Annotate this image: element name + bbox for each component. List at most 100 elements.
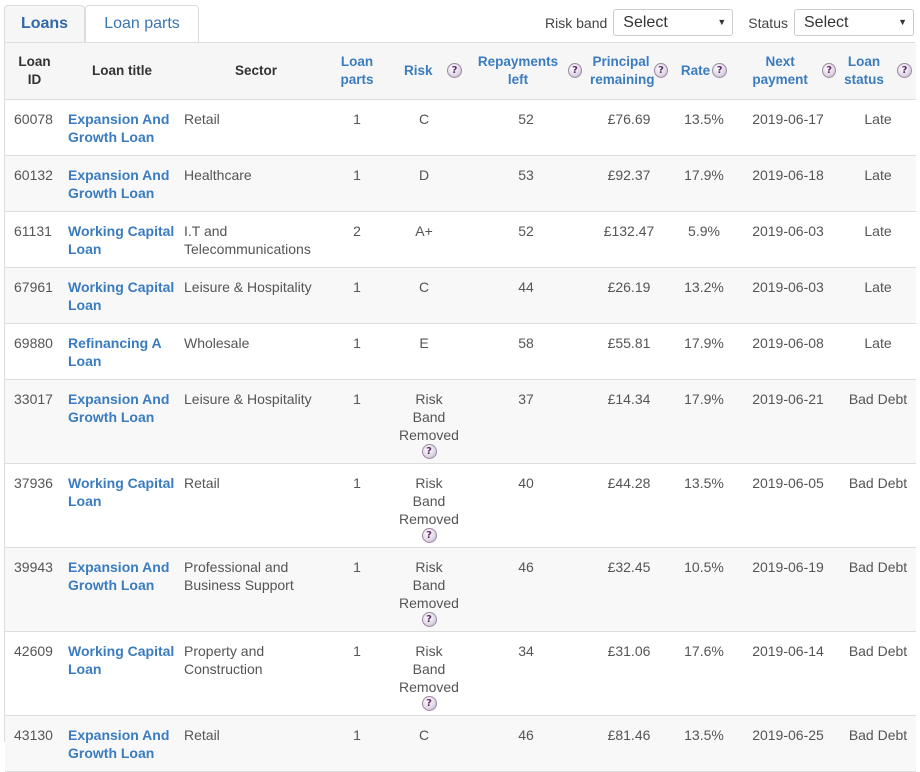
help-icon[interactable]: ? (822, 63, 836, 79)
loan-id-cell: 60078 (5, 99, 64, 156)
help-icon[interactable]: ? (447, 63, 462, 79)
loan-title-cell: Working Capital Loan (64, 463, 180, 548)
risk-cell: D (382, 155, 466, 212)
loan-title-cell: Expansion And Growth Loan (64, 547, 180, 632)
risk-cell: C (382, 99, 466, 156)
risk-value: A+ (415, 222, 433, 239)
rate-cell: 10.5% (672, 547, 736, 632)
column-header-repayments-left[interactable]: Repayments left? (466, 43, 586, 100)
filters: Risk band Select ▼ Status Select ▼ (545, 9, 914, 36)
loan-parts-cell: 1 (332, 379, 382, 464)
column-label: Sector (234, 62, 278, 78)
loan-parts-cell: 1 (332, 323, 382, 380)
column-label: Repayments left (477, 53, 559, 87)
principal-remaining-cell: £55.81 (586, 323, 672, 380)
column-label: Risk (404, 62, 433, 78)
principal-remaining-cell: £81.46 (586, 715, 672, 772)
loan-title-link[interactable]: Working Capital Loan (68, 475, 174, 509)
column-label: Principal remaining (590, 53, 655, 87)
tab-loan-parts[interactable]: Loan parts (85, 5, 199, 42)
loan-status-cell: Late (840, 155, 916, 212)
risk-cell: C (382, 715, 466, 772)
repayments-left-cell: 52 (466, 211, 586, 268)
risk-band-value: Select (623, 14, 668, 31)
table-row: 60078 Expansion And Growth Loan Retail 1 C 52… (5, 99, 916, 156)
risk-band-select[interactable]: Select ▼ (613, 9, 734, 36)
column-header-next-payment[interactable]: Next payment? (736, 43, 840, 100)
table-row: 67961 Working Capital Loan Leisure & Hospi… (5, 267, 916, 324)
principal-remaining-cell: £14.34 (586, 379, 672, 464)
loan-title-link[interactable]: Expansion And Growth Loan (68, 111, 169, 145)
loan-id-cell: 69880 (5, 323, 64, 380)
next-payment-cell: 2019-06-08 (736, 323, 840, 380)
column-header-principal-remaining[interactable]: Principal remaining? (586, 43, 672, 100)
loan-id-cell: 39943 (5, 547, 64, 632)
loan-title-link[interactable]: Expansion And Growth Loan (68, 391, 169, 425)
loan-status-cell: Late (840, 323, 916, 380)
loan-title-link[interactable]: Refinancing A Loan (68, 335, 161, 369)
risk-value: Risk Band Removed (399, 558, 459, 611)
loan-title-link[interactable]: Working Capital Loan (68, 279, 174, 313)
rate-cell: 13.5% (672, 715, 736, 772)
loan-title-link[interactable]: Expansion And Growth Loan (68, 727, 169, 761)
next-payment-cell: 2019-06-05 (736, 463, 840, 548)
table-row: 60132 Expansion And Growth Loan Healthcare… (5, 155, 916, 212)
loan-title-cell: Expansion And Growth Loan (64, 99, 180, 156)
loan-id-cell: 33017 (5, 379, 64, 464)
repayments-left-cell: 58 (466, 323, 586, 380)
table-body: 60078 Expansion And Growth Loan Retail 1 C 52… (5, 99, 916, 772)
loans-table: Loan ID Loan title Sector Loan parts Risk? Re… (5, 43, 916, 772)
risk-value: Risk Band Removed (399, 642, 459, 695)
help-icon[interactable]: ? (712, 63, 728, 79)
principal-remaining-cell: £32.45 (586, 547, 672, 632)
risk-cell: Risk Band Removed? (382, 463, 466, 548)
loan-title-cell: Working Capital Loan (64, 267, 180, 324)
column-header-loan-status[interactable]: Loan status? (840, 43, 916, 100)
sector-cell: Leisure & Hospitality (180, 267, 332, 324)
caret-down-icon: ▼ (898, 17, 907, 27)
repayments-left-cell: 37 (466, 379, 586, 464)
help-icon[interactable]: ? (421, 695, 437, 711)
risk-band-label: Risk band (545, 14, 608, 31)
principal-remaining-cell: £44.28 (586, 463, 672, 548)
help-icon[interactable]: ? (897, 63, 912, 79)
help-icon[interactable]: ? (421, 527, 437, 543)
table-header-row: Loan ID Loan title Sector Loan parts Risk? Re… (5, 43, 916, 100)
column-header-sector: Sector (180, 43, 332, 100)
loan-status-cell: Bad Debt (840, 463, 916, 548)
risk-cell: Risk Band Removed? (382, 547, 466, 632)
column-label: Loan status (844, 53, 884, 87)
rate-cell: 17.9% (672, 323, 736, 380)
risk-value: D (418, 166, 430, 183)
loan-title-link[interactable]: Working Capital Loan (68, 223, 174, 257)
status-select[interactable]: Select ▼ (794, 9, 914, 36)
column-header-rate[interactable]: Rate? (672, 43, 736, 100)
loan-parts-cell: 1 (332, 99, 382, 156)
help-icon[interactable]: ? (568, 63, 582, 79)
loan-title-cell: Expansion And Growth Loan (64, 379, 180, 464)
principal-remaining-cell: £92.37 (586, 155, 672, 212)
repayments-left-cell: 46 (466, 547, 586, 632)
help-icon[interactable]: ? (654, 63, 668, 79)
column-header-loan-parts[interactable]: Loan parts (332, 43, 382, 100)
risk-value: Risk Band Removed (399, 474, 459, 527)
help-icon[interactable]: ? (421, 443, 437, 459)
risk-value: Risk Band Removed (399, 390, 459, 443)
loan-title-link[interactable]: Expansion And Growth Loan (68, 167, 169, 201)
sector-cell: Professional and Business Support (180, 547, 332, 632)
column-header-risk[interactable]: Risk? (382, 43, 466, 100)
help-icon[interactable]: ? (421, 611, 437, 627)
loan-status-cell: Bad Debt (840, 379, 916, 464)
risk-value: C (418, 278, 430, 295)
loan-id-cell: 37936 (5, 463, 64, 548)
sector-cell: Property and Construction (180, 631, 332, 716)
loan-parts-cell: 1 (332, 715, 382, 772)
next-payment-cell: 2019-06-14 (736, 631, 840, 716)
sector-cell: Retail (180, 463, 332, 548)
repayments-left-cell: 34 (466, 631, 586, 716)
next-payment-cell: 2019-06-19 (736, 547, 840, 632)
tab-loans[interactable]: Loans (4, 5, 85, 42)
loan-title-link[interactable]: Expansion And Growth Loan (68, 559, 169, 593)
loan-title-link[interactable]: Working Capital Loan (68, 643, 174, 677)
principal-remaining-cell: £76.69 (586, 99, 672, 156)
